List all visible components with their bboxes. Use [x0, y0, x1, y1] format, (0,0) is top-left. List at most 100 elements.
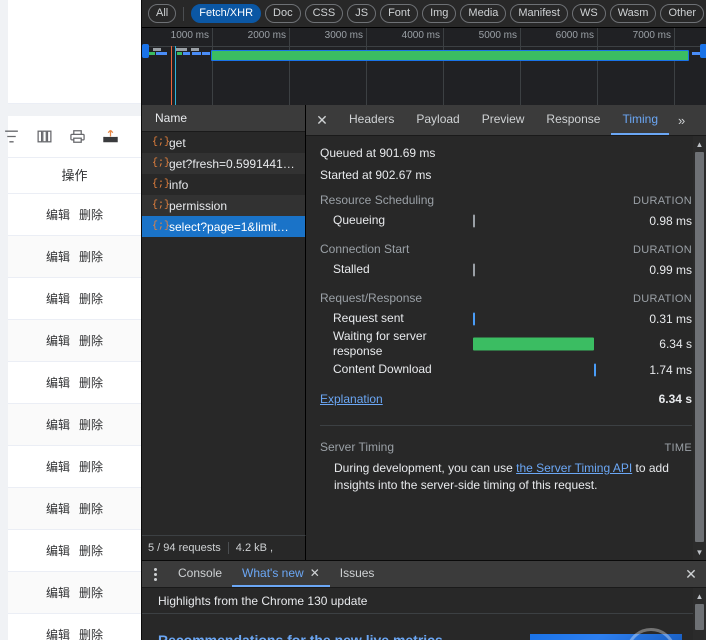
status-separator	[227, 542, 229, 554]
filter-chip-wasm[interactable]: Wasm	[609, 4, 657, 23]
close-tab-icon[interactable]: ✕	[310, 566, 320, 580]
timing-row-duration: 0.98 ms	[649, 213, 692, 228]
request-detail-tabbar: ✕ Headers Payload Preview Response Timing »	[306, 105, 706, 136]
timing-row-label: Queueing	[333, 213, 386, 227]
timing-bar-track	[468, 308, 624, 329]
delete-link[interactable]: 删除	[79, 374, 103, 391]
edit-link[interactable]: 编辑	[46, 458, 70, 475]
filter-chip-fetch-xhr[interactable]: Fetch/XHR	[191, 4, 262, 23]
started-at-label: Started at 902.67 ms	[320, 168, 432, 182]
delete-link[interactable]: 删除	[79, 458, 103, 475]
network-request-row[interactable]: {;} permission	[142, 195, 305, 216]
filter-chip-doc[interactable]: Doc	[265, 4, 301, 23]
timing-row: Request sent 0.31 ms	[320, 308, 692, 329]
scroll-down-icon[interactable]: ▼	[693, 546, 706, 559]
more-tabs-icon[interactable]: »	[669, 105, 694, 135]
server-timing-label: Server Timing	[320, 440, 395, 454]
close-detail-icon[interactable]: ✕	[306, 105, 338, 135]
edit-link[interactable]: 编辑	[46, 206, 70, 223]
network-request-name: permission	[169, 198, 228, 213]
filter-chip-media[interactable]: Media	[460, 4, 507, 23]
overview-selection-handle-left[interactable]	[142, 44, 149, 58]
tab-timing[interactable]: Timing	[611, 105, 670, 135]
filter-chip-ws[interactable]: WS	[571, 4, 606, 23]
filter-chip-other[interactable]: Other	[660, 4, 704, 23]
timing-section-header: Request/Response DURATION	[320, 291, 692, 305]
export-icon[interactable]	[102, 128, 119, 145]
network-request-row[interactable]: {;} info	[142, 174, 305, 195]
filter-chip-css[interactable]: CSS	[304, 4, 344, 23]
delete-link[interactable]: 删除	[79, 416, 103, 433]
tab-headers[interactable]: Headers	[338, 105, 405, 135]
edit-link[interactable]: 编辑	[46, 332, 70, 349]
overview-tick-label: 1000 ms	[170, 30, 209, 41]
edit-link[interactable]: 编辑	[46, 416, 70, 433]
delete-link[interactable]: 删除	[79, 542, 103, 559]
edit-link[interactable]: 编辑	[46, 542, 70, 559]
server-timing-api-link[interactable]: the Server Timing API	[516, 461, 632, 475]
overview-request-dash	[191, 48, 199, 51]
timing-bar	[472, 312, 475, 325]
table-body: 编辑 删除 编辑 删除 编辑 删除 编辑 删除 编辑 删除 编辑 删除 编辑 删除 编辑 删除 编辑 删除 编辑 删除…	[8, 194, 141, 640]
scroll-up-icon[interactable]: ▲	[693, 590, 706, 603]
edit-link[interactable]: 编辑	[46, 584, 70, 601]
close-drawer-icon[interactable]: ✕	[676, 561, 706, 587]
delete-link[interactable]: 删除	[79, 290, 103, 307]
overview-request-dash	[178, 48, 187, 51]
filter-chip-font[interactable]: Font	[380, 4, 419, 23]
timing-row: Stalled 0.99 ms	[320, 259, 692, 280]
overview-tick: 1000 ms	[171, 28, 213, 105]
page-gap	[8, 104, 141, 116]
filter-chip-manifest[interactable]: Manifest	[510, 4, 568, 23]
scrollbar-thumb[interactable]	[695, 152, 704, 542]
edit-link[interactable]: 编辑	[46, 626, 70, 640]
overview-request-dash	[177, 52, 182, 55]
tab-response[interactable]: Response	[535, 105, 611, 135]
network-list-column-name[interactable]: Name	[142, 105, 305, 132]
delete-link[interactable]: 删除	[79, 500, 103, 517]
edit-link[interactable]: 编辑	[46, 500, 70, 517]
filter-icon[interactable]	[3, 128, 20, 145]
filter-chip-img[interactable]: Img	[422, 4, 457, 23]
explanation-link[interactable]: Explanation	[320, 392, 659, 406]
table-row: 编辑 删除	[8, 362, 141, 404]
print-icon[interactable]	[69, 128, 86, 145]
timing-scrollbar[interactable]: ▲ ▼	[693, 136, 706, 560]
transfer-size-label: 4.2 kB ,	[235, 542, 274, 554]
more-vertical-icon[interactable]	[142, 561, 168, 587]
drawer-tab-issues[interactable]: Issues	[330, 561, 385, 587]
table-header-action: 操作	[8, 158, 141, 194]
overview-tick: 6000 ms	[556, 28, 598, 105]
timing-section-header: Resource Scheduling DURATION	[320, 193, 692, 207]
delete-link[interactable]: 删除	[79, 248, 103, 265]
whats-new-title: Highlights from the Chrome 130 update	[142, 588, 693, 614]
edit-link[interactable]: 编辑	[46, 374, 70, 391]
scrollbar-thumb[interactable]	[695, 604, 704, 630]
network-request-row[interactable]: {;} get	[142, 132, 305, 153]
overview-tick: 7000 ms	[633, 28, 675, 105]
filter-chip-all[interactable]: All	[148, 4, 177, 23]
delete-link[interactable]: 删除	[79, 332, 103, 349]
filter-chip-js[interactable]: JS	[347, 4, 377, 23]
timing-row: Queueing 0.98 ms	[320, 210, 692, 231]
network-request-name: info	[169, 177, 189, 192]
edit-link[interactable]: 编辑	[46, 248, 70, 265]
delete-link[interactable]: 删除	[79, 584, 103, 601]
network-request-list[interactable]: Name {;} get {;} get?fresh=0.5991441… {;} inf…	[142, 105, 306, 560]
edit-link[interactable]: 编辑	[46, 290, 70, 307]
overview-selection-handle-right[interactable]	[700, 44, 706, 58]
drawer-tab-console[interactable]: Console	[168, 561, 232, 587]
network-overview-timeline[interactable]: 1000 ms 2000 ms 3000 ms 4000 ms 5000 ms …	[142, 28, 706, 105]
columns-icon[interactable]	[36, 128, 53, 145]
network-request-row[interactable]: {;} get?fresh=0.5991441…	[142, 153, 305, 174]
network-request-row[interactable]: {;} select?page=1&limit…	[142, 216, 305, 237]
delete-link[interactable]: 删除	[79, 626, 103, 640]
scroll-up-icon[interactable]: ▲	[693, 138, 706, 151]
drawer-tab-what-s-new[interactable]: What's new ✕	[232, 561, 330, 587]
devtools-drawer: Console What's new ✕ Issues ✕ Highlights fr…	[142, 560, 706, 640]
delete-link[interactable]: 删除	[79, 206, 103, 223]
tab-preview[interactable]: Preview	[471, 105, 536, 135]
tab-payload[interactable]: Payload	[405, 105, 470, 135]
table-row: 编辑 删除	[8, 530, 141, 572]
whats-new-scrollbar[interactable]: ▲	[693, 588, 706, 640]
